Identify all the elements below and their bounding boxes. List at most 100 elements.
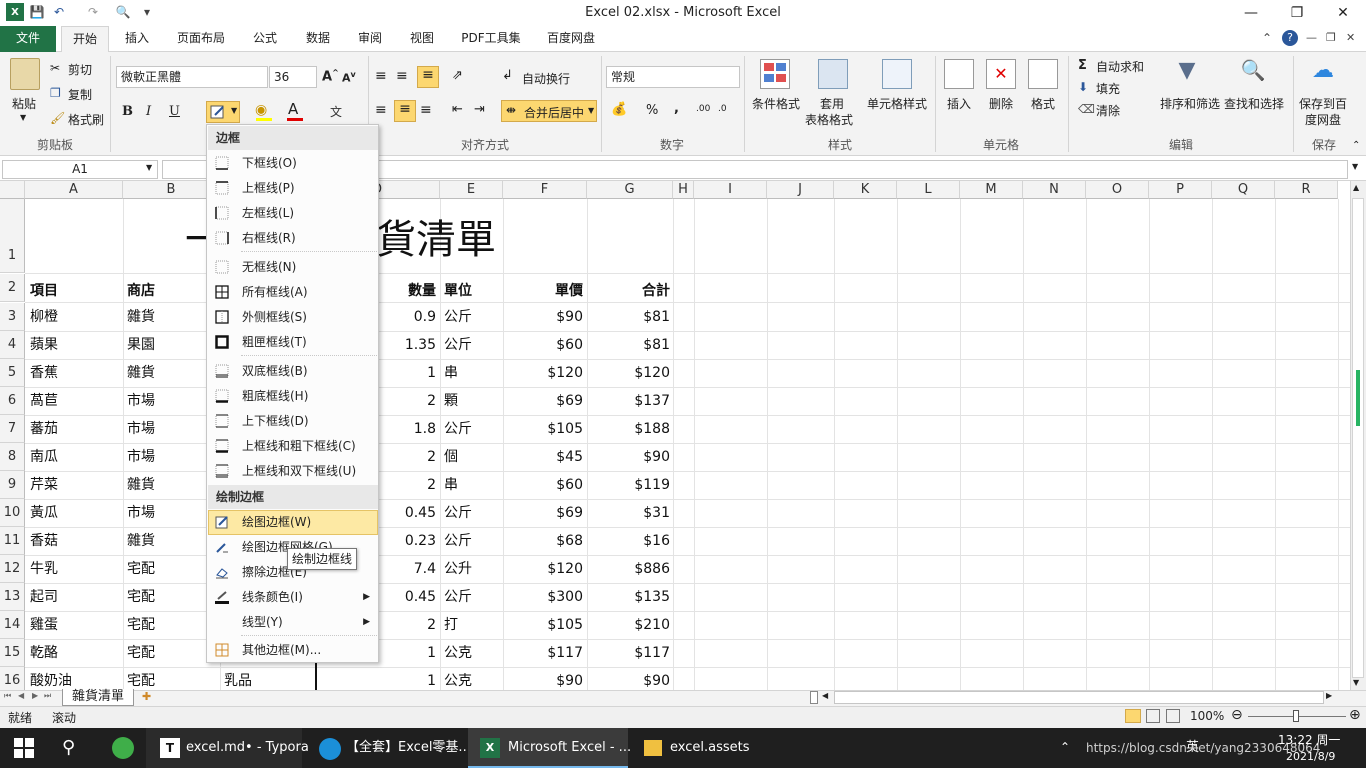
grow-font-icon[interactable]: A^ (322, 68, 339, 84)
conditional-format-icon[interactable] (760, 59, 790, 89)
doc-minimize-icon[interactable]: — (1306, 31, 1317, 44)
column-header[interactable]: J (767, 181, 834, 199)
row-header[interactable]: 13 (0, 583, 25, 611)
format-as-table-label-2[interactable]: 表格格式 (805, 111, 853, 128)
tab-insert[interactable]: 插入 (115, 26, 159, 52)
cell-price[interactable]: $120 (505, 359, 583, 387)
cell-unit[interactable]: 串 (444, 471, 458, 499)
cell-item[interactable]: 牛乳 (30, 555, 58, 583)
header-price[interactable]: 單價 (505, 277, 583, 305)
header-store[interactable]: 商店 (127, 277, 155, 305)
cell-total[interactable]: $90 (590, 667, 670, 690)
row-header[interactable]: 7 (0, 415, 25, 443)
sort-filter-icon[interactable]: ▼ (1172, 58, 1202, 88)
wrap-text-button[interactable]: 自动换行 (522, 70, 570, 87)
paste-button[interactable]: 粘贴 (12, 95, 36, 112)
cell-price[interactable]: $69 (505, 387, 583, 415)
select-all-corner[interactable] (0, 181, 25, 199)
taskbar-edge-label[interactable]: 【全套】Excel零基... (346, 728, 471, 768)
tab-home[interactable]: 开始 (61, 26, 109, 53)
align-middle-icon[interactable]: ≡ (396, 68, 408, 84)
cell-store[interactable]: 宅配 (127, 667, 155, 690)
cell-total[interactable]: $31 (590, 499, 670, 527)
sheet-title[interactable]: 貨清單 (376, 215, 496, 265)
row-header[interactable]: 16 (0, 667, 25, 690)
row-header[interactable]: 1 (0, 199, 25, 273)
increase-decimal-icon[interactable]: .00 (696, 104, 710, 114)
cell-total[interactable]: $210 (590, 611, 670, 639)
taskbar-folder-label[interactable]: excel.assets (670, 728, 750, 768)
conditional-format-button[interactable]: 条件格式 (752, 95, 800, 112)
normal-view-icon[interactable] (1125, 709, 1141, 723)
row-header[interactable]: 6 (0, 387, 25, 415)
align-left-icon[interactable]: ≡ (375, 102, 387, 118)
cell-total[interactable]: $81 (590, 331, 670, 359)
borders-dropdown-icon[interactable]: ▼ (231, 106, 237, 115)
cell-qty[interactable]: 0.45 (380, 499, 436, 527)
zoom-level[interactable]: 100% (1190, 709, 1224, 723)
tray-time[interactable]: 13:22 周一 (1278, 731, 1340, 748)
cell-item[interactable]: 南瓜 (30, 443, 58, 471)
page-break-view-icon[interactable] (1166, 709, 1180, 723)
tab-split-handle[interactable] (810, 691, 818, 704)
format-painter-button[interactable]: 格式刷 (68, 111, 104, 128)
cell-total[interactable]: $137 (590, 387, 670, 415)
cell-unit[interactable]: 打 (444, 611, 458, 639)
cell-store[interactable]: 宅配 (127, 555, 155, 583)
name-box[interactable]: A1 (2, 160, 158, 179)
copy-icon[interactable]: ❐ (50, 86, 61, 100)
cell-store[interactable]: 雜貨 (127, 359, 155, 387)
menu-item-draw-border[interactable]: 绘图边框(W) (208, 510, 378, 535)
cell-item[interactable]: 起司 (30, 583, 58, 611)
format-painter-icon[interactable]: 🖌 (50, 111, 65, 125)
header-item[interactable]: 項目 (30, 277, 58, 305)
first-sheet-icon[interactable]: ⏮ (4, 691, 11, 701)
cut-button[interactable]: 剪切 (68, 61, 92, 78)
autosum-icon[interactable]: Σ (1078, 58, 1087, 73)
cell-price[interactable]: $90 (505, 303, 583, 331)
row-header[interactable]: 5 (0, 359, 25, 387)
column-header[interactable]: A (25, 181, 123, 199)
tray-expand-icon[interactable]: ⌃ (1060, 740, 1070, 754)
cell-styles-button[interactable]: 单元格样式 (867, 95, 927, 112)
menu-item-top-double-bottom-border[interactable]: 上框线和双下框线(U) (208, 459, 378, 484)
horizontal-scroll-thumb[interactable] (834, 691, 1324, 704)
search-icon[interactable]: ⚲ (62, 737, 75, 758)
row-header[interactable]: 8 (0, 443, 25, 471)
cell-qty[interactable]: 0.9 (380, 303, 436, 331)
row-header[interactable]: 9 (0, 471, 25, 499)
column-header[interactable]: N (1023, 181, 1086, 199)
column-header[interactable]: H (673, 181, 694, 199)
font-size-combo[interactable]: 36 (269, 66, 317, 88)
cell-unit[interactable]: 公克 (444, 667, 472, 690)
cell-total[interactable]: $188 (590, 415, 670, 443)
cell-store[interactable]: 雜貨 (127, 527, 155, 555)
paste-dropdown-icon[interactable]: ▼ (20, 113, 26, 122)
underline-button[interactable]: U (169, 104, 180, 119)
decrease-decimal-icon[interactable]: .0 (718, 104, 727, 114)
minimize-button[interactable]: — (1228, 0, 1274, 26)
header-qty[interactable]: 數量 (380, 277, 436, 305)
prev-sheet-icon[interactable]: ◀ (18, 691, 24, 700)
cell-qty[interactable]: 2 (380, 471, 436, 499)
clear-button[interactable]: 清除 (1096, 102, 1120, 119)
cell-unit[interactable]: 公克 (444, 639, 472, 667)
worksheet-grid[interactable]: A B C D E F G H I J K L M N O P Q R 1 一 … (0, 181, 1350, 690)
restore-button[interactable]: ❐ (1274, 0, 1320, 26)
cell-store[interactable]: 市場 (127, 443, 155, 471)
row-header[interactable]: 10 (0, 499, 25, 527)
cell-unit[interactable]: 公斤 (444, 499, 472, 527)
delete-cells-button[interactable]: 删除 (989, 95, 1013, 112)
cell-price[interactable]: $69 (505, 499, 583, 527)
scroll-left-icon[interactable]: ◀ (822, 691, 828, 700)
row-header[interactable]: 3 (0, 303, 25, 331)
app-green-icon[interactable] (112, 737, 134, 759)
expand-formula-bar-icon[interactable]: ▼ (1352, 162, 1358, 171)
menu-item-line-color[interactable]: 线条颜色(I) ▶ (208, 585, 378, 610)
cell-qty[interactable]: 1.35 (380, 331, 436, 359)
italic-button[interactable]: I (146, 104, 151, 119)
cell-store[interactable]: 雜貨 (127, 471, 155, 499)
tab-view[interactable]: 视图 (400, 26, 444, 52)
cell-store[interactable]: 雜貨 (127, 303, 155, 331)
decrease-indent-icon[interactable]: ⇤ (452, 102, 463, 117)
